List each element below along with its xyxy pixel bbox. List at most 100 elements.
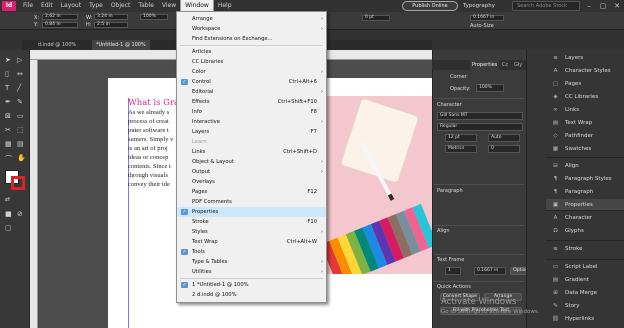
menu-type[interactable]: Type: [85, 0, 107, 12]
window-menu-item-utilities[interactable]: Utilities ›: [177, 267, 326, 277]
panel-pathfinder[interactable]: ◇ Pathfinder: [546, 130, 624, 142]
page-tool-icon[interactable]: ▯: [5, 70, 9, 78]
font-style-field[interactable]: Regular: [437, 123, 523, 131]
menu-edit[interactable]: Edit: [37, 0, 57, 12]
gradient-tool-icon[interactable]: ▦: [5, 140, 12, 148]
columns-field[interactable]: 1: [445, 267, 461, 275]
kerning-field[interactable]: Metrics: [445, 145, 477, 153]
window-menu-item-color[interactable]: Color ›: [177, 67, 326, 77]
apply-color-icon[interactable]: ■: [5, 210, 12, 218]
stroke-swatch[interactable]: [11, 176, 25, 190]
body-line[interactable]: convey their ide: [128, 181, 170, 188]
gutter-field[interactable]: 0.1667 in: [470, 15, 504, 21]
pen-tool-icon[interactable]: ✒: [5, 98, 11, 106]
line-tool-icon[interactable]: ╱: [17, 84, 21, 92]
panel-links[interactable]: ∞ Links: [546, 104, 624, 116]
body-line[interactable]: contents. Since t: [128, 163, 171, 170]
window-menu-item-layers[interactable]: Layers F7: [177, 127, 326, 137]
window-menu-item-editorial[interactable]: Editorial ›: [177, 87, 326, 97]
hand-tool-icon[interactable]: ✋: [17, 154, 26, 162]
pencil-tool-icon[interactable]: ✎: [17, 98, 23, 106]
menu-table[interactable]: Table: [134, 0, 158, 12]
zoom-field[interactable]: 100%: [140, 14, 168, 20]
column-gutter-field[interactable]: 0.1667 in: [474, 267, 506, 275]
body-line[interactable]: puter software t: [128, 127, 169, 134]
tab-untitled-1[interactable]: *Untitled-1 @ 100%: [92, 40, 150, 50]
apply-none-icon[interactable]: ⊘: [17, 210, 23, 218]
panel-align[interactable]: ⊟ Align: [546, 160, 624, 172]
note-tool-icon[interactable]: ▤: [17, 140, 24, 148]
body-line[interactable]: As we already s: [128, 109, 169, 116]
tab-properties[interactable]: Properties: [470, 60, 500, 70]
window-menu-item-info[interactable]: Info F8: [177, 107, 326, 117]
minimize-icon[interactable]: –: [582, 0, 596, 12]
window-menu-item-text-wrap[interactable]: Text Wrap Ctrl+Alt+W: [177, 237, 326, 247]
opacity-field[interactable]: 100%: [476, 84, 504, 92]
screen-mode-icon[interactable]: ▢: [5, 224, 12, 232]
window-menu-item-output[interactable]: Output ›: [177, 167, 326, 177]
stationery-photo[interactable]: [320, 96, 432, 274]
window-menu-item-interactive[interactable]: Interactive ›: [177, 117, 326, 127]
panel-text-wrap[interactable]: ▤ Text Wrap: [546, 117, 624, 129]
adobe-stock-search[interactable]: Search Adobe Stock: [512, 1, 580, 11]
window-menu-item-arrange[interactable]: Arrange ›: [177, 14, 326, 24]
workspace-switcher[interactable]: Typography: [463, 1, 495, 11]
type-tool-icon[interactable]: T: [5, 84, 9, 92]
panel-swatches[interactable]: ▦ Swatches: [546, 143, 624, 155]
panel-hyperlinks[interactable]: ⛓ Hyperlinks: [546, 313, 624, 325]
panel-stroke[interactable]: ≡ Stroke: [546, 243, 624, 255]
tab-cc[interactable]: Cc: [500, 60, 510, 70]
scissors-tool-icon[interactable]: ✂: [5, 126, 11, 134]
body-line[interactable]: sumers. Simply v: [128, 136, 173, 143]
panel-story[interactable]: ✎ Story: [546, 300, 624, 312]
window-menu-item-workspace[interactable]: Workspace ›: [177, 24, 326, 34]
publish-online-button[interactable]: Publish Online: [402, 1, 458, 11]
window-menu-item-1-untitled-1-100[interactable]: ✓ 1 *Untitled-1 @ 100%: [177, 280, 326, 290]
stroke-weight-field[interactable]: 0 pt: [362, 15, 390, 21]
free-transform-tool-icon[interactable]: ⬚: [17, 126, 24, 134]
y-field[interactable]: 0.84 in: [42, 22, 78, 28]
tab-d-indd[interactable]: d.indd @ 100%: [34, 40, 80, 50]
maximize-icon[interactable]: ▢: [596, 0, 610, 12]
window-menu-item-stroke[interactable]: Stroke F10: [177, 217, 326, 227]
gap-tool-icon[interactable]: ↔: [17, 70, 23, 78]
window-menu-item-pages[interactable]: Pages F12: [177, 187, 326, 197]
rectangle-tool-icon[interactable]: ▭: [17, 112, 24, 120]
w-field[interactable]: 3.24 in: [94, 14, 128, 20]
body-line[interactable]: process of creat: [128, 118, 169, 125]
window-menu-item-properties[interactable]: ✓ Properties: [177, 207, 326, 217]
h-field[interactable]: 2.5 in: [94, 22, 128, 28]
window-menu-item-find-extensions-on-exchange[interactable]: Find Extensions on Exchange...: [177, 34, 326, 44]
swap-colors-icon[interactable]: ⇄: [5, 196, 10, 203]
panel-glyphs[interactable]: Ω Glyphs: [546, 225, 624, 237]
tab-glyphs[interactable]: Gly: [512, 60, 524, 70]
eyedropper-tool-icon[interactable]: ⌒: [5, 154, 12, 164]
panel-character[interactable]: A Character: [546, 212, 624, 224]
window-menu-item-2-d-indd-100[interactable]: 2 d.indd @ 100%: [177, 290, 326, 300]
window-menu-item-control[interactable]: ✓ Control Ctrl+Alt+6: [177, 77, 326, 87]
window-menu-item-tools[interactable]: ✓ Tools: [177, 247, 326, 257]
selection-tool-icon[interactable]: ➤: [5, 56, 11, 64]
window-menu-item-effects[interactable]: Effects Ctrl+Shift+F10: [177, 97, 326, 107]
close-icon[interactable]: ✕: [610, 0, 624, 12]
panel-paragraph-styles[interactable]: ¶ Paragraph Styles: [546, 173, 624, 185]
window-menu-item-links[interactable]: Links Ctrl+Shift+D: [177, 147, 326, 157]
x-field[interactable]: 2.62 in: [42, 14, 78, 20]
font-family-field[interactable]: Gill Sans MT: [437, 112, 523, 120]
direct-selection-tool-icon[interactable]: ▷: [17, 56, 22, 64]
window-menu-item-styles[interactable]: Styles ›: [177, 227, 326, 237]
menu-object[interactable]: Object: [107, 0, 135, 12]
panel-data-merge[interactable]: ⊞ Data Merge: [546, 287, 624, 299]
window-menu-item-type-tables[interactable]: Type & Tables ›: [177, 257, 326, 267]
panel-layers[interactable]: ≡ Layers: [546, 52, 624, 64]
panel-cc-libraries[interactable]: ◈ CC Libraries: [546, 91, 624, 103]
menu-file[interactable]: File: [19, 0, 37, 12]
window-menu-item-pdf-comments[interactable]: PDF Comments: [177, 197, 326, 207]
leading-field[interactable]: Auto: [488, 134, 520, 142]
font-size-field[interactable]: 12 pt: [445, 134, 477, 142]
panel-paragraph[interactable]: ¶ Paragraph: [546, 186, 624, 198]
panel-gradient[interactable]: ▤ Gradient: [546, 274, 624, 286]
panel-pages[interactable]: ▢ Pages: [546, 78, 624, 90]
panel-script-label[interactable]: ▭ Script Label: [546, 261, 624, 273]
menu-layout[interactable]: Layout: [57, 0, 85, 12]
